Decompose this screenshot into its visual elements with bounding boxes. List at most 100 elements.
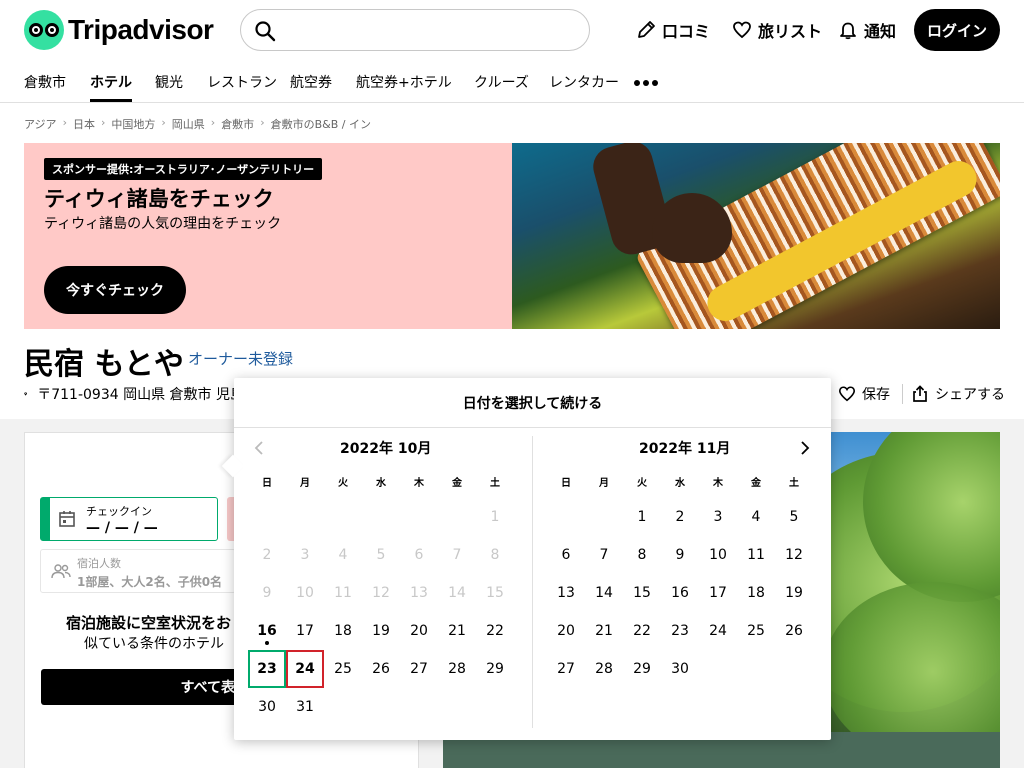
calendar-day[interactable]: 27 [400,650,438,688]
calendar-day[interactable]: 25 [737,612,775,650]
site-header: Tripadvisor 口コミ 旅リスト 通知 ログイン [0,0,1024,60]
nav-item-rental-cars[interactable]: レンタカー [549,72,619,92]
calendar-day[interactable]: 22 [476,612,514,650]
logo-text: Tripadvisor [68,14,214,45]
banner-cta-button[interactable]: 今すぐチェック [44,266,186,314]
calendar-day[interactable]: 9 [661,536,699,574]
nav-item-restaurants[interactable]: レストラン [207,72,277,92]
calendar-day: 11 [334,585,352,601]
breadcrumb: アジア › 日本 › 中国地方 › 岡山県 › 倉敷市 › 倉敷市のB&B / イン [24,116,371,132]
more-menu-icon[interactable] [634,80,658,86]
calendar-day[interactable]: 19 [362,612,400,650]
calendar-day[interactable]: 26 [775,612,813,650]
calendar-day[interactable]: 14 [585,574,623,612]
guests-value: 1部屋、大人2名、子供0名 [77,575,223,589]
people-icon [51,564,71,579]
next-month-icon[interactable] [798,440,812,456]
calendar-day[interactable]: 31 [286,688,324,726]
calendar-day[interactable]: 17 [286,612,324,650]
calendar-day[interactable]: 1 [623,498,661,536]
calendar-day[interactable]: 21 [585,612,623,650]
weekday-label: 月 [300,478,310,489]
calendar-day[interactable]: 29 [623,650,661,688]
calendar-day[interactable]: 27 [547,650,585,688]
breadcrumb-item[interactable]: 日本 [73,116,95,132]
calendar-day: 15 [486,585,504,601]
alerts-link[interactable]: 通知 [838,18,896,42]
breadcrumb-item[interactable]: 岡山県 [172,116,205,132]
nav-item-cruises[interactable]: クルーズ [474,72,529,92]
banner-title: ティウィ諸島をチェック [44,187,274,211]
search-icon [255,21,276,42]
calendar-day[interactable]: 28 [585,650,623,688]
calendar-day: 9 [262,585,272,601]
calendar-day[interactable]: 24 [699,612,737,650]
calendar-day[interactable]: 21 [438,612,476,650]
see-all-button[interactable]: すべて表 [41,669,237,705]
calendar-day[interactable]: 25 [324,650,362,688]
breadcrumb-item[interactable]: 中国地方 [111,116,155,132]
calendar-day[interactable]: 3 [699,498,737,536]
share-button[interactable]: シェアする [911,384,1005,404]
calendar-day: 5 [376,547,386,563]
hotel-name: 民宿 もとや [24,347,184,382]
tripadvisor-logo[interactable]: Tripadvisor [24,10,214,50]
calendar-day[interactable]: 10 [699,536,737,574]
breadcrumb-item[interactable]: 倉敷市のB&B / イン [271,116,371,132]
pencil-icon [638,21,655,38]
heart-icon [838,386,856,402]
calendar-day[interactable]: 20 [547,612,585,650]
prev-month-icon[interactable] [252,440,266,456]
calendar-day[interactable]: 2 [661,498,699,536]
save-button[interactable]: 保存 [838,384,890,404]
calendar-day[interactable]: 18 [737,574,775,612]
nav-item-attractions[interactable]: 観光 [155,72,183,92]
owner-unclaimed-link[interactable]: オーナー未登録 [188,348,293,369]
breadcrumb-item[interactable]: アジア [24,116,57,132]
calendar-day[interactable]: 13 [547,574,585,612]
weekday-label: 金 [751,478,761,489]
guests-field[interactable]: 宿泊人数 1部屋、大人2名、子供0名 [40,549,236,593]
date-picker-popup: 日付を選択して続ける 2022年 10月 2022年 11月 日月火水木金土12… [234,378,831,740]
calendar-day[interactable]: 28 [438,650,476,688]
calendar-day[interactable]: 30 [248,688,286,726]
weekday-label: 水 [675,478,685,489]
calendar-day[interactable]: 22 [623,612,661,650]
calendar-day[interactable]: 24 [286,650,324,688]
breadcrumb-item[interactable]: 倉敷市 [221,116,254,132]
heart-icon [733,21,751,39]
sponsored-banner[interactable]: スポンサー提供:オーストラリア･ノーザンテリトリー ティウィ諸島をチェック ティ… [24,143,1000,329]
nav-item-flights[interactable]: 航空券 [290,72,332,92]
calendar-day[interactable]: 20 [400,612,438,650]
calendar-day[interactable]: 16 [661,574,699,612]
calendar-day[interactable]: 15 [623,574,661,612]
calendar-day[interactable]: 7 [585,536,623,574]
calendar-day[interactable]: 23 [661,612,699,650]
calendar-day[interactable]: 26 [362,650,400,688]
nav-item-city[interactable]: 倉敷市 [24,72,66,92]
hotel-address[interactable]: 〒711-0934 岡山県 倉敷市 児島 [24,384,244,404]
month-title-november: 2022年 11月 [639,441,731,457]
trips-link[interactable]: 旅リスト [732,18,822,42]
calendar-day[interactable]: 6 [547,536,585,574]
calendar-day[interactable]: 16 [248,612,286,650]
nav-item-hotels[interactable]: ホテル [90,72,132,102]
calendar-day[interactable]: 5 [775,498,813,536]
login-button[interactable]: ログイン [914,9,1000,51]
calendar-day[interactable]: 29 [476,650,514,688]
calendar-day[interactable]: 12 [775,536,813,574]
checkin-field[interactable]: チェックイン — / — / — [40,497,218,541]
calendar-day[interactable]: 4 [737,498,775,536]
nav-item-flight-hotel[interactable]: 航空券+ホテル [356,72,452,92]
weekday-label: 木 [414,478,424,489]
calendar-day[interactable]: 17 [699,574,737,612]
calendar-day[interactable]: 30 [661,650,699,688]
owl-logo-icon [24,10,64,50]
search-input[interactable] [240,9,590,51]
calendar-day[interactable]: 11 [737,536,775,574]
calendar-day[interactable]: 23 [248,650,286,688]
calendar-day[interactable]: 8 [623,536,661,574]
reviews-link[interactable]: 口コミ [636,18,710,42]
calendar-day[interactable]: 18 [324,612,362,650]
calendar-day[interactable]: 19 [775,574,813,612]
